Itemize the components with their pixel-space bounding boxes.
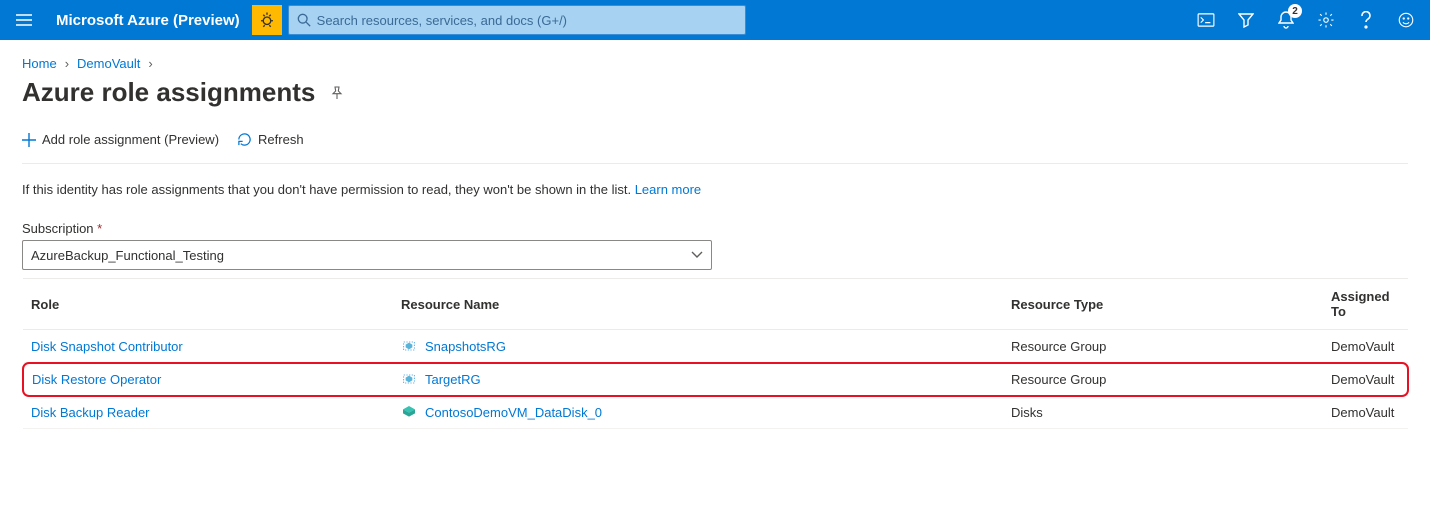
settings-button[interactable] <box>1306 0 1346 40</box>
help-icon <box>1360 11 1372 29</box>
plus-icon <box>22 133 36 147</box>
resource-link[interactable]: SnapshotsRG <box>425 339 506 354</box>
disk-icon <box>401 404 417 420</box>
role-link[interactable]: Disk Backup Reader <box>31 405 150 420</box>
search-icon <box>297 13 311 27</box>
resource-group-icon <box>401 338 417 354</box>
breadcrumb-item[interactable]: DemoVault <box>77 56 140 71</box>
resource-link[interactable]: TargetRG <box>425 372 481 387</box>
required-asterisk: * <box>97 221 102 236</box>
directory-button[interactable] <box>1226 0 1266 40</box>
notification-count-badge: 2 <box>1288 4 1302 18</box>
command-bar: Add role assignment (Preview) Refresh <box>22 132 1408 164</box>
bug-icon <box>258 11 276 29</box>
resource-group-icon <box>401 371 417 387</box>
breadcrumb-home[interactable]: Home <box>22 56 57 71</box>
role-link[interactable]: Disk Restore Operator <box>32 372 161 387</box>
resource-type-cell: Resource Group <box>1003 330 1323 363</box>
smile-icon <box>1397 11 1415 29</box>
page-title: Azure role assignments <box>22 77 315 108</box>
subscription-value: AzureBackup_Functional_Testing <box>31 248 224 263</box>
breadcrumb: Home › DemoVault › <box>22 56 1408 71</box>
table-row[interactable]: Disk Restore Operator TargetRG Resource G… <box>23 363 1408 396</box>
cloud-shell-icon <box>1197 13 1215 27</box>
filter-icon <box>1238 12 1254 28</box>
help-button[interactable] <box>1346 0 1386 40</box>
add-role-assignment-label: Add role assignment (Preview) <box>42 132 219 147</box>
subscription-label: Subscription * <box>22 221 1408 236</box>
resource-type-cell: Disks <box>1003 396 1323 429</box>
subscription-select[interactable]: AzureBackup_Functional_Testing <box>22 240 712 270</box>
table-row[interactable]: Disk Backup Reader ContosoDemoVM_DataDis… <box>23 396 1408 429</box>
cloud-shell-button[interactable] <box>1186 0 1226 40</box>
pin-icon <box>329 85 345 101</box>
col-assigned-to[interactable]: Assigned To <box>1323 279 1408 330</box>
notifications-button[interactable]: 2 <box>1266 0 1306 40</box>
col-resource-type[interactable]: Resource Type <box>1003 279 1323 330</box>
preview-badge[interactable] <box>252 5 282 35</box>
topbar: Microsoft Azure (Preview) 2 <box>0 0 1430 40</box>
resource-link[interactable]: ContosoDemoVM_DataDisk_0 <box>425 405 602 420</box>
brand-label[interactable]: Microsoft Azure (Preview) <box>44 12 252 29</box>
refresh-button[interactable]: Refresh <box>237 132 304 147</box>
feedback-button[interactable] <box>1386 0 1426 40</box>
refresh-icon <box>237 132 252 147</box>
page-body: Home › DemoVault › Azure role assignment… <box>0 40 1430 445</box>
refresh-label: Refresh <box>258 132 304 147</box>
search-input[interactable] <box>317 13 737 28</box>
table-row[interactable]: Disk Snapshot Contributor SnapshotsRG Res… <box>23 330 1408 363</box>
role-assignments-table: Role Resource Name Resource Type Assigne… <box>22 278 1408 429</box>
hamburger-icon <box>16 14 32 26</box>
pin-button[interactable] <box>329 85 345 101</box>
title-row: Azure role assignments <box>22 77 1408 108</box>
col-resource-name[interactable]: Resource Name <box>393 279 1003 330</box>
assigned-to-cell: DemoVault <box>1323 330 1408 363</box>
chevron-down-icon <box>691 251 703 259</box>
add-role-assignment-button[interactable]: Add role assignment (Preview) <box>22 132 219 147</box>
learn-more-link[interactable]: Learn more <box>635 182 701 197</box>
search-box[interactable] <box>288 5 746 35</box>
chevron-right-icon: › <box>65 56 69 71</box>
resource-type-cell: Resource Group <box>1003 363 1323 396</box>
table-header-row: Role Resource Name Resource Type Assigne… <box>23 279 1408 330</box>
chevron-right-icon: › <box>148 56 152 71</box>
col-role[interactable]: Role <box>23 279 393 330</box>
assigned-to-cell: DemoVault <box>1323 396 1408 429</box>
info-text: If this identity has role assignments th… <box>22 182 1408 197</box>
role-link[interactable]: Disk Snapshot Contributor <box>31 339 183 354</box>
menu-button[interactable] <box>4 0 44 40</box>
assigned-to-cell: DemoVault <box>1323 363 1408 396</box>
gear-icon <box>1317 11 1335 29</box>
